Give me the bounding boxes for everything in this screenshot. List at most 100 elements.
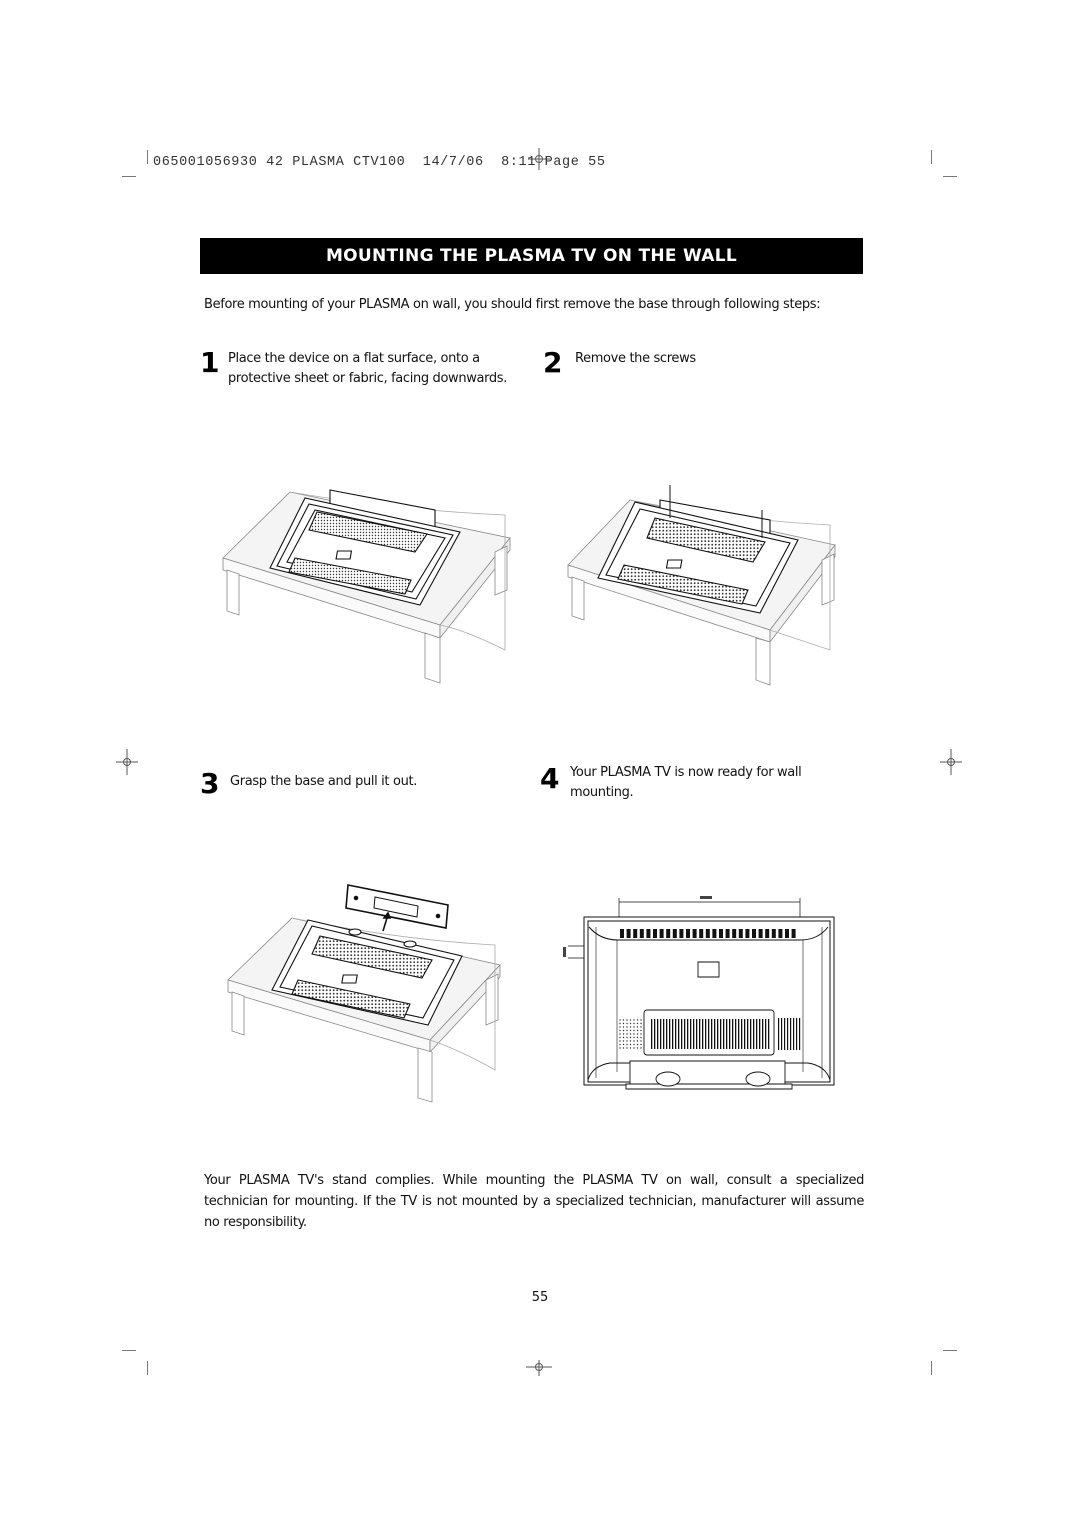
- speaker-hole: [622, 1033, 625, 1035]
- table-leg: [486, 974, 498, 1025]
- page-number: 55: [531, 1290, 549, 1305]
- step-number: 2: [543, 346, 563, 379]
- crop-mark: [122, 176, 136, 177]
- vent-slot: [725, 929, 730, 938]
- vent-slot: [758, 929, 763, 938]
- vent-slot: [747, 1019, 749, 1049]
- vent-slot: [796, 1018, 798, 1050]
- vent-slot: [690, 1019, 692, 1049]
- slug-page: Page 55: [544, 155, 606, 170]
- tv-outer-frame: [584, 917, 834, 1085]
- speaker-hole: [633, 1040, 635, 1042]
- vent-slot: [679, 929, 684, 938]
- vent-slot: [726, 1019, 728, 1049]
- speaker-hole: [629, 1036, 632, 1039]
- speaker-hole: [626, 1043, 628, 1046]
- slug-job-number: 065001056930: [153, 155, 258, 170]
- vent-slot: [699, 1019, 701, 1049]
- tv-label: [336, 551, 351, 559]
- vent-slot: [790, 1018, 792, 1050]
- vent-slot: [750, 1019, 752, 1049]
- step-text: Your PLASMA TV is now ready for wall mou…: [570, 765, 802, 800]
- speaker-hole: [636, 1033, 639, 1035]
- speaker-hole: [622, 1040, 625, 1042]
- vent-slot: [686, 929, 690, 938]
- vent-slot: [702, 1019, 704, 1049]
- speaker-hole: [636, 1043, 639, 1046]
- speaker-hole: [629, 1033, 632, 1035]
- vent-slot: [785, 929, 789, 938]
- vent-slot: [787, 1018, 789, 1050]
- tv-label: [666, 560, 681, 568]
- vent-slot: [666, 929, 671, 938]
- vent-slot: [696, 1019, 698, 1049]
- speaker-hole: [633, 1019, 635, 1021]
- vent-slot: [666, 1019, 668, 1049]
- step-number: 3: [200, 767, 220, 800]
- speaker-hole: [629, 1040, 632, 1042]
- vent-slot: [672, 929, 677, 938]
- vent-slot: [744, 1019, 746, 1049]
- speaker-hole: [619, 1026, 621, 1028]
- vent-slot: [735, 1019, 737, 1049]
- vent-slot: [711, 1019, 713, 1049]
- vent-slot: [719, 929, 723, 938]
- vent-slot: [778, 1018, 780, 1050]
- speaker-hole: [640, 1022, 642, 1025]
- speaker-hole: [636, 1022, 639, 1025]
- speaker-hole: [626, 1026, 628, 1028]
- vent-slot: [752, 929, 756, 938]
- speaker-hole: [626, 1033, 628, 1035]
- step-text: Place the device on a flat surface, onto…: [228, 351, 507, 386]
- speaker-hole: [640, 1033, 642, 1035]
- vent-slot: [660, 1019, 662, 1049]
- speaker-hole: [640, 1019, 642, 1021]
- speaker-hole: [636, 1036, 639, 1039]
- speaker-hole: [640, 1026, 642, 1028]
- table-leg: [425, 633, 440, 683]
- slug-date: 14/7/06: [422, 155, 484, 170]
- speaker-hole: [626, 1019, 628, 1021]
- speaker-hole: [622, 1036, 625, 1039]
- registration-mark-icon: [116, 749, 138, 775]
- speaker-hole: [633, 1022, 635, 1025]
- intro-text: Before mounting of your PLASMA on wall, …: [204, 297, 821, 312]
- speaker-hole: [633, 1036, 635, 1039]
- vent-slot: [678, 1019, 680, 1049]
- table-leg: [227, 570, 239, 615]
- vent-slot: [729, 1019, 731, 1049]
- vent-slot: [659, 929, 664, 938]
- vent-slot: [732, 1019, 734, 1049]
- vent-slot: [714, 1019, 716, 1049]
- vent-slot: [768, 1019, 770, 1049]
- vent-slot: [791, 929, 796, 938]
- slug-time: 8:11: [501, 155, 536, 170]
- vent-slot: [653, 929, 657, 938]
- vent-slot: [738, 929, 743, 938]
- vent-slot: [626, 929, 631, 938]
- step-text: Grasp the base and pull it out.: [230, 774, 417, 789]
- registration-mark-icon: [526, 1360, 552, 1376]
- crop-mark: [943, 176, 957, 177]
- crop-mark: [147, 1361, 148, 1375]
- speaker-hole: [640, 1047, 642, 1049]
- step-3-illustration: [220, 880, 520, 1110]
- print-slug: 065001056930 42 PLASMA CTV100 14/7/06 8:…: [153, 155, 606, 170]
- vent-slot: [720, 1019, 722, 1049]
- vent-slot: [684, 1019, 686, 1049]
- speaker-hole: [622, 1043, 625, 1046]
- vent-slot: [717, 1019, 719, 1049]
- speaker-hole: [633, 1043, 635, 1046]
- table-leg: [572, 577, 584, 620]
- speaker-hole: [626, 1029, 628, 1032]
- step-2-illustration: [560, 480, 850, 690]
- speaker-hole: [640, 1040, 642, 1042]
- vent-slot: [762, 1019, 764, 1049]
- speaker-hole: [622, 1022, 625, 1025]
- vent-slot: [765, 1019, 767, 1049]
- speaker-hole: [629, 1029, 632, 1032]
- vent-slot: [765, 929, 770, 938]
- speaker-hole: [633, 1029, 635, 1032]
- crop-mark: [943, 1350, 957, 1351]
- speaker-hole: [622, 1047, 625, 1049]
